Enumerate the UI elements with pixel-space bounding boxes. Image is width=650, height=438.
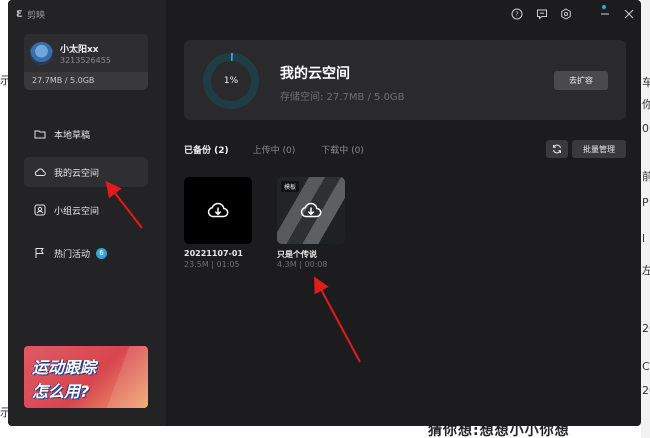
expand-storage-button[interactable]: 去扩容 [554, 71, 608, 90]
user-card[interactable]: 小太阳xx 3213526455 27.7MB / 5.0GB [24, 34, 148, 90]
template-tag: 模板 [281, 181, 300, 192]
file-thumbnail[interactable] [184, 177, 252, 244]
avatar [30, 42, 53, 65]
sidebar-item-label: 小组云空间 [54, 206, 100, 217]
banner-decoration [106, 346, 148, 408]
sidebar-item-local-drafts[interactable]: 本地草稿 [24, 119, 148, 149]
background-right-char: 前 [642, 170, 650, 183]
sidebar-item-my-cloud[interactable]: 我的云空间 [24, 157, 148, 187]
file-meta: 23.5M | 01:05 [184, 260, 240, 269]
logo-text: 剪映 [26, 11, 45, 21]
cloud-download-icon [207, 202, 229, 218]
minimize-icon[interactable] [598, 7, 612, 21]
tab-backed-up[interactable]: 已备份 (2) [184, 143, 229, 156]
sidebar-item-label: 我的云空间 [54, 168, 100, 179]
sidebar: Ɛ 剪映 小太阳xx 3213526455 27.7MB / 5.0GB 本地草… [8, 0, 166, 426]
flag-icon [35, 248, 44, 258]
tab-uploading[interactable]: 上传中 (0) [253, 143, 296, 156]
file-name: 20221107-01 [184, 249, 243, 258]
notification-badge: 6 [96, 247, 108, 259]
background-right-char: l [642, 232, 646, 245]
help-icon[interactable]: ? [510, 7, 524, 21]
file-thumbnail[interactable]: 模板 [277, 177, 345, 244]
svg-text:?: ? [515, 11, 519, 19]
background-right-char: 左 [642, 264, 650, 277]
feedback-icon[interactable] [535, 7, 549, 21]
refresh-icon [553, 144, 561, 154]
background-right-char: 你 [642, 98, 650, 111]
sidebar-item-group-cloud[interactable]: 小组云空间 [24, 195, 148, 225]
storage-percent: 1% [223, 76, 239, 86]
app-logo: Ɛ 剪映 [16, 8, 45, 21]
tab-downloading[interactable]: 下载中 (0) [321, 143, 364, 156]
sidebar-item-label: 本地草稿 [54, 130, 91, 141]
batch-manage-button[interactable]: 批量管理 [572, 140, 626, 158]
background-right-char: 0 [642, 122, 649, 135]
user-storage: 27.7MB / 5.0GB [24, 72, 148, 90]
background-right-char: P [642, 196, 649, 209]
refresh-button[interactable] [546, 140, 568, 158]
file-name: 只是个传说 [277, 250, 317, 259]
file-meta: 4.3M | 00:08 [277, 260, 328, 269]
sidebar-item-hot-events[interactable]: 热门活动 6 [24, 238, 148, 268]
settings-icon[interactable] [559, 7, 573, 21]
user-name: 小太阳xx [60, 45, 99, 55]
user-id: 3213526455 [60, 56, 111, 65]
transfer-tabs: 已备份 (2) 上传中 (0) 下载中 (0) [184, 143, 364, 156]
cloud-download-icon [300, 202, 322, 218]
background-right-char: 20 [642, 384, 650, 397]
promo-banner[interactable]: 运动跟踪 怎么用? [24, 346, 148, 408]
banner-line-2: 怎么用? [32, 382, 90, 401]
sidebar-item-label: 热门活动 [54, 249, 91, 260]
background-right-char: 车 [642, 76, 650, 89]
cloud-space-title: 我的云空间 [280, 66, 350, 82]
close-icon[interactable] [622, 7, 636, 21]
logo-icon: Ɛ [16, 9, 23, 20]
background-right-char: 20 [642, 322, 650, 335]
background-right-char: C [642, 360, 650, 373]
cloud-space-usage: 存储空间: 27.7MB / 5.0GB [280, 92, 405, 103]
folder-icon [34, 130, 46, 139]
cloud-icon [34, 168, 46, 176]
app-window: Ɛ 剪映 小太阳xx 3213526455 27.7MB / 5.0GB 本地草… [8, 0, 641, 426]
group-cloud-icon [34, 204, 46, 216]
cloud-space-card: 1% 我的云空间 存储空间: 27.7MB / 5.0GB 去扩容 [184, 40, 626, 120]
banner-line-1: 运动跟踪 [32, 358, 97, 377]
